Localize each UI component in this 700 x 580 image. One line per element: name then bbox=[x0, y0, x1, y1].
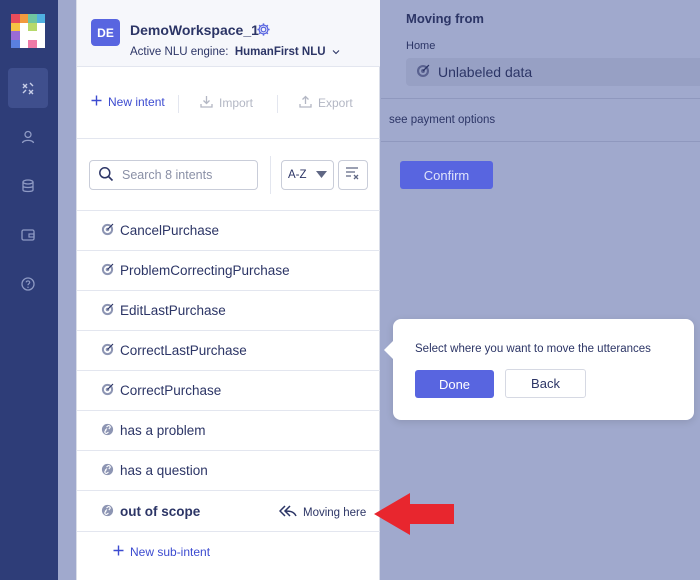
intent-row[interactable]: EditLastPurchase bbox=[77, 291, 380, 331]
import-button[interactable]: Import bbox=[200, 95, 253, 111]
toolbar-divider bbox=[277, 95, 278, 113]
intent-row[interactable]: has a question bbox=[77, 451, 380, 491]
intent-row[interactable]: ProblemCorrectingPurchase bbox=[77, 251, 380, 291]
database-nav-icon[interactable] bbox=[8, 166, 48, 206]
workspace-header: DE DemoWorkspace_1 Active NLU engine: Hu… bbox=[77, 0, 380, 67]
popover-text: Select where you want to move the uttera… bbox=[415, 343, 651, 355]
workspace-name[interactable]: DemoWorkspace_1 bbox=[130, 22, 259, 38]
breadcrumb[interactable]: Home bbox=[406, 40, 435, 52]
search-divider bbox=[270, 156, 271, 194]
wallet-nav-icon[interactable] bbox=[8, 215, 48, 255]
intent-row-current[interactable]: out of scope Moving here bbox=[77, 492, 380, 532]
intent-toolbar: New intent Import Export bbox=[77, 67, 380, 139]
intent-row[interactable]: CancelPurchase bbox=[77, 211, 380, 251]
plus-icon bbox=[91, 95, 102, 109]
done-button[interactable]: Done bbox=[415, 370, 494, 398]
filter-clear-icon bbox=[345, 166, 361, 185]
filter-button[interactable] bbox=[338, 160, 368, 190]
source-label: Unlabeled data bbox=[438, 64, 533, 80]
payment-options-link[interactable]: see payment options bbox=[389, 114, 495, 126]
nlu-engine-selector[interactable]: Active NLU engine: HumanFirst NLU bbox=[130, 46, 340, 58]
intent-row[interactable]: has a problem bbox=[77, 411, 380, 451]
intent-label: has a problem bbox=[120, 423, 206, 438]
intents-nav-icon[interactable] bbox=[8, 68, 48, 108]
intent-label: CancelPurchase bbox=[120, 223, 220, 238]
link-icon bbox=[101, 463, 114, 479]
export-icon bbox=[299, 95, 312, 111]
gear-icon[interactable] bbox=[256, 22, 271, 42]
intent-label: ProblemCorrectingPurchase bbox=[120, 263, 290, 278]
new-intent-button[interactable]: New intent bbox=[91, 95, 165, 109]
source-field: Unlabeled data bbox=[406, 58, 700, 86]
target-icon bbox=[101, 343, 114, 359]
caret-down-icon bbox=[316, 169, 327, 181]
new-sub-intent-label: New sub-intent bbox=[130, 545, 211, 559]
user-nav-icon[interactable] bbox=[8, 117, 48, 157]
target-icon bbox=[416, 64, 430, 81]
search-input[interactable]: Search 8 intents bbox=[89, 160, 258, 190]
export-button[interactable]: Export bbox=[299, 95, 353, 111]
intents-panel: DE DemoWorkspace_1 Active NLU engine: Hu… bbox=[76, 0, 380, 580]
search-placeholder: Search 8 intents bbox=[122, 168, 213, 182]
import-label: Import bbox=[219, 96, 254, 110]
nav-rail bbox=[0, 0, 58, 580]
export-label: Export bbox=[318, 96, 353, 110]
intent-label: out of scope bbox=[120, 504, 201, 519]
reply-all-icon bbox=[278, 505, 297, 520]
target-icon bbox=[101, 303, 114, 319]
sort-select[interactable]: A-Z bbox=[281, 160, 334, 190]
engine-label: Active NLU engine: bbox=[130, 46, 229, 58]
red-arrow-icon bbox=[372, 492, 456, 541]
import-icon bbox=[200, 95, 213, 111]
confirm-button[interactable]: Confirm bbox=[400, 161, 493, 189]
humanfirst-logo[interactable] bbox=[11, 14, 45, 48]
link-icon bbox=[101, 504, 114, 520]
plus-icon bbox=[113, 545, 124, 559]
search-row: Search 8 intents A-Z bbox=[77, 139, 380, 211]
help-nav-icon[interactable] bbox=[8, 264, 48, 304]
link-icon bbox=[101, 423, 114, 439]
intent-label: has a question bbox=[120, 463, 208, 478]
divider bbox=[381, 98, 700, 99]
moving-here-label: Moving here bbox=[303, 506, 367, 519]
target-icon bbox=[101, 263, 114, 279]
new-sub-intent-button[interactable]: New sub-intent bbox=[113, 545, 210, 559]
search-icon bbox=[98, 166, 114, 185]
workspace-avatar[interactable]: DE bbox=[91, 19, 120, 46]
new-intent-label: New intent bbox=[108, 95, 165, 109]
move-popover: Select where you want to move the uttera… bbox=[384, 319, 694, 420]
back-button[interactable]: Back bbox=[505, 369, 586, 398]
divider bbox=[381, 141, 700, 142]
target-icon bbox=[101, 383, 114, 399]
target-icon bbox=[101, 223, 114, 239]
chevron-down-icon bbox=[332, 46, 340, 58]
moving-here-indicator: Moving here bbox=[278, 505, 367, 520]
engine-value: HumanFirst NLU bbox=[234, 46, 326, 58]
intent-row[interactable]: CorrectPurchase bbox=[77, 371, 380, 411]
intent-label: CorrectPurchase bbox=[120, 383, 222, 398]
moving-from-title: Moving from bbox=[406, 11, 484, 26]
toolbar-divider bbox=[178, 95, 179, 113]
intent-label: CorrectLastPurchase bbox=[120, 343, 247, 358]
sort-value: A-Z bbox=[288, 169, 307, 181]
intent-label: EditLastPurchase bbox=[120, 303, 226, 318]
intent-row[interactable]: CorrectLastPurchase bbox=[77, 331, 380, 371]
